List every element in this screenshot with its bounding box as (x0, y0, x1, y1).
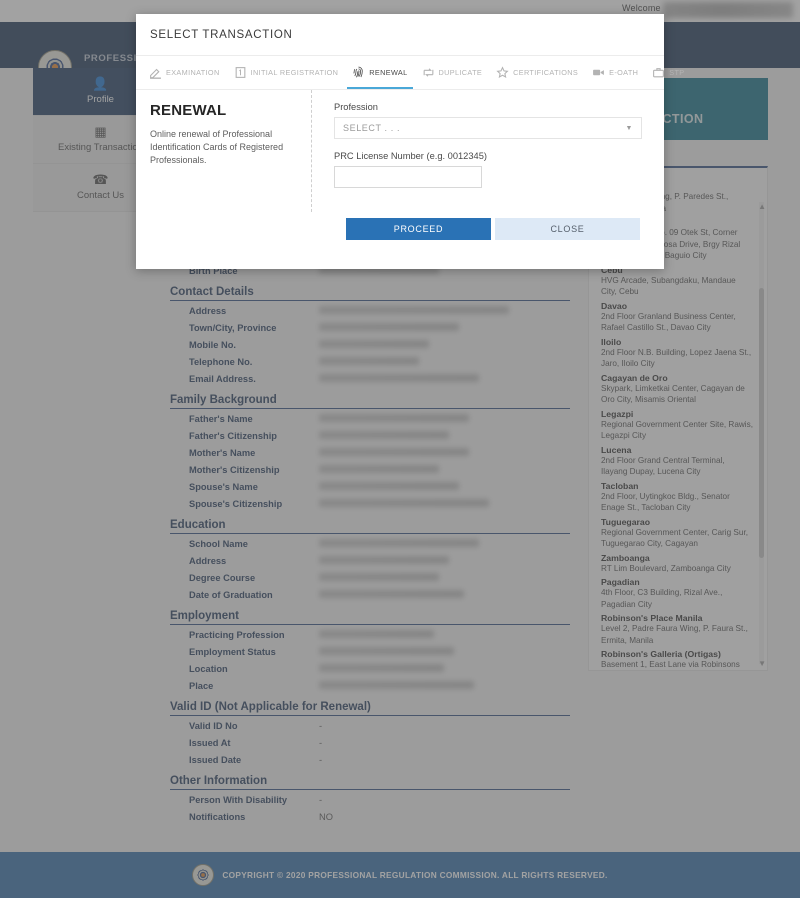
app-root: Welcome PROFESSIONAL REGULATION COMMISSI… (0, 0, 800, 898)
tab-renewal[interactable]: RENEWAL (345, 56, 414, 89)
proceed-button[interactable]: PROCEED (346, 218, 491, 240)
star-icon (496, 66, 509, 79)
select-transaction-modal: SELECT TRANSACTION EXAMINATION INITIAL R… (136, 14, 684, 269)
tab-e-oath[interactable]: E-OATH (585, 56, 645, 89)
video-camera-icon (592, 66, 605, 79)
modal-header: SELECT TRANSACTION (136, 14, 664, 56)
tab-label: INITIAL REGISTRATION (250, 68, 339, 77)
close-button[interactable]: CLOSE (495, 218, 640, 240)
document-one-icon (234, 66, 247, 79)
pencil-icon (149, 66, 162, 79)
modal-title: SELECT TRANSACTION (150, 28, 293, 41)
tab-label: E-OATH (609, 68, 639, 77)
modal-footer: PROCEED CLOSE (136, 218, 664, 240)
tab-stp[interactable]: STP (645, 56, 691, 89)
tab-examination[interactable]: EXAMINATION (142, 56, 227, 89)
profession-select-value: SELECT . . . (343, 123, 401, 133)
tab-label: RENEWAL (369, 68, 408, 77)
tab-initial-registration[interactable]: INITIAL REGISTRATION (227, 56, 346, 89)
modal-body: RENEWAL Online renewal of Professional I… (136, 90, 664, 212)
transaction-tabs: EXAMINATION INITIAL REGISTRATION RENEWAL… (136, 56, 684, 90)
tab-duplicate[interactable]: DUPLICATE (415, 56, 490, 89)
refresh-icon (422, 66, 435, 79)
tab-label: STP (669, 68, 685, 77)
briefcase-icon (652, 66, 665, 79)
profession-select[interactable]: SELECT . . . ▼ (334, 117, 642, 139)
transaction-description: Online renewal of Professional Identific… (150, 129, 284, 165)
transaction-description-panel: RENEWAL Online renewal of Professional I… (136, 90, 312, 212)
profession-label: Profession (334, 102, 378, 112)
chevron-down-icon: ▼ (625, 124, 633, 132)
tab-label: CERTIFICATIONS (513, 68, 579, 77)
tab-label: EXAMINATION (166, 68, 220, 77)
fingerprint-icon (352, 66, 365, 79)
tab-certifications[interactable]: CERTIFICATIONS (489, 56, 585, 89)
license-number-label: PRC License Number (e.g. 0012345) (334, 151, 487, 161)
transaction-form: Profession SELECT . . . ▼ PRC License Nu… (312, 90, 664, 212)
transaction-heading: RENEWAL (150, 102, 227, 119)
license-number-input[interactable] (334, 166, 482, 188)
tab-label: DUPLICATE (438, 68, 483, 77)
